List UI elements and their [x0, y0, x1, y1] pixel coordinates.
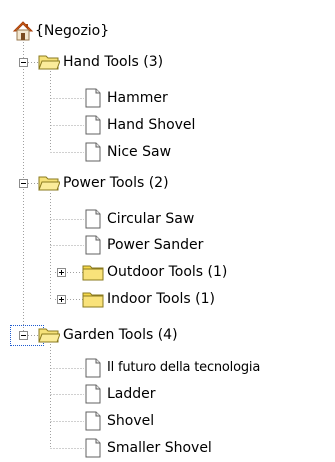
node-label: Garden Tools (4) — [63, 327, 178, 343]
document-icon — [82, 208, 104, 230]
tree-leaf-power-sander[interactable]: Power Sander — [82, 234, 203, 256]
tree-leaf-ladder[interactable]: Ladder — [82, 383, 156, 405]
tree-leaf-hammer[interactable]: Hammer — [82, 87, 168, 109]
document-icon — [82, 234, 104, 256]
node-label: Nice Saw — [107, 144, 172, 160]
collapse-toggle-power-tools[interactable] — [19, 179, 28, 188]
node-label: Hand Tools (3) — [63, 54, 164, 70]
minus-icon — [21, 335, 26, 336]
folder-open-icon — [38, 324, 60, 346]
collapse-toggle-hand-tools[interactable] — [19, 58, 28, 67]
node-label: Ladder — [107, 386, 156, 402]
document-icon — [82, 87, 104, 109]
document-icon — [82, 114, 104, 136]
minus-icon — [21, 62, 26, 63]
document-icon — [82, 383, 104, 405]
collapse-toggle-garden-tools[interactable] — [19, 331, 28, 340]
expand-toggle-indoor-tools[interactable] — [57, 295, 66, 304]
node-label: Hand Shovel — [107, 117, 196, 133]
tree-node-power-tools[interactable]: Power Tools (2) — [38, 172, 169, 194]
root-label: {Negozio} — [35, 23, 110, 39]
minus-icon — [21, 183, 26, 184]
tree-leaf-smaller-shovel[interactable]: Smaller Shovel — [82, 437, 212, 459]
tree-leaf-shovel[interactable]: Shovel — [82, 410, 154, 432]
node-label: Indoor Tools (1) — [107, 291, 215, 307]
tree-leaf-circular-saw[interactable]: Circular Saw — [82, 208, 194, 230]
node-label: Il futuro della tecnologia — [107, 360, 261, 375]
tree-leaf-nice-saw[interactable]: Nice Saw — [82, 141, 171, 163]
folder-open-icon — [38, 172, 60, 194]
document-icon — [82, 437, 104, 459]
home-icon — [12, 20, 34, 42]
plus-icon — [59, 270, 64, 275]
folder-open-icon — [38, 51, 60, 73]
document-icon — [82, 141, 104, 163]
folder-closed-icon — [82, 288, 104, 310]
plus-icon — [59, 297, 64, 302]
document-icon — [82, 357, 104, 379]
node-label: Shovel — [107, 413, 155, 429]
tree-view: {Negozio} Hand Tools (3) Hammer Hand Sho… — [0, 0, 335, 462]
document-icon — [82, 410, 104, 432]
node-label: Power Sander — [107, 237, 204, 253]
node-label: Hammer — [107, 90, 168, 106]
expand-toggle-outdoor-tools[interactable] — [57, 268, 66, 277]
tree-node-hand-tools[interactable]: Hand Tools (3) — [38, 51, 163, 73]
node-label: Power Tools (2) — [63, 175, 169, 191]
node-label: Outdoor Tools (1) — [107, 264, 228, 280]
node-label: Circular Saw — [107, 211, 195, 227]
tree-root-node[interactable]: {Negozio} — [12, 20, 109, 42]
folder-closed-icon — [82, 261, 104, 283]
tree-leaf-il-futuro-della-tecnologia[interactable]: Il futuro della tecnologia — [82, 357, 260, 379]
tree-leaf-hand-shovel[interactable]: Hand Shovel — [82, 114, 195, 136]
node-label: Smaller Shovel — [107, 440, 212, 456]
tree-node-outdoor-tools[interactable]: Outdoor Tools (1) — [82, 261, 227, 283]
tree-node-indoor-tools[interactable]: Indoor Tools (1) — [82, 288, 215, 310]
tree-node-garden-tools[interactable]: Garden Tools (4) — [38, 324, 178, 346]
